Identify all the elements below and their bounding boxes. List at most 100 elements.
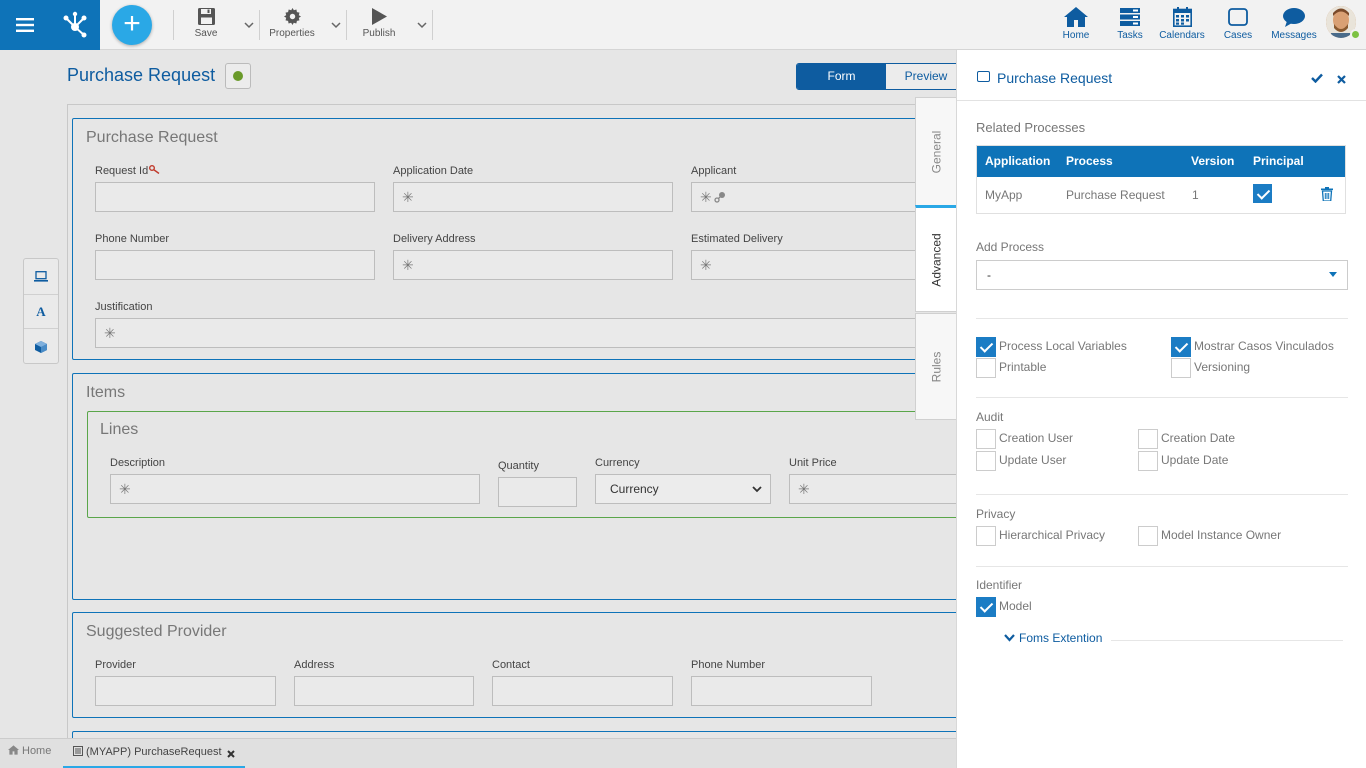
- top-toolbar: + Save Properties Publish Home Tasks Cal…: [0, 0, 1366, 50]
- contact-field[interactable]: [492, 676, 673, 706]
- hierarchical-privacy-label: Hierarchical Privacy: [999, 528, 1106, 542]
- toolbar-divider: [432, 10, 433, 40]
- tab-rules[interactable]: Rules: [915, 313, 957, 420]
- update-user-checkbox[interactable]: [976, 451, 996, 471]
- table-row[interactable]: MyApp Purchase Request 1: [977, 177, 1345, 213]
- online-status-indicator: [1350, 29, 1361, 40]
- foms-extention-expander[interactable]: Foms Extention: [1004, 631, 1102, 645]
- confirm-check-icon[interactable]: [1311, 70, 1323, 88]
- creation-date-checkbox[interactable]: [1138, 429, 1158, 449]
- creation-user-checkbox[interactable]: [976, 429, 996, 449]
- provider-phone-field[interactable]: [691, 676, 872, 706]
- nav-tasks[interactable]: Tasks: [1105, 6, 1155, 41]
- form-mode-button[interactable]: Form: [797, 64, 886, 89]
- form-document-icon: [73, 746, 83, 756]
- printable-label: Printable: [999, 360, 1047, 374]
- toolbar-divider: [259, 10, 260, 40]
- status-indicator-button[interactable]: [225, 63, 251, 89]
- application-date-label: Application Date: [393, 165, 474, 177]
- nav-calendars-label: Calendars: [1159, 30, 1205, 41]
- process-local-variables-checkbox[interactable]: [976, 337, 996, 357]
- nav-home[interactable]: Home: [1051, 6, 1101, 41]
- mostrar-casos-checkbox[interactable]: [1171, 337, 1191, 357]
- column-header-principal: Principal: [1253, 154, 1304, 168]
- quantity-label: Quantity: [498, 460, 539, 472]
- tasks-icon: [1120, 6, 1140, 28]
- cube-icon[interactable]: [24, 329, 58, 364]
- toolbar-divider: [346, 10, 347, 40]
- justification-label: Justification: [95, 301, 153, 313]
- chevron-down-icon: [752, 486, 762, 493]
- nav-calendars[interactable]: Calendars: [1157, 6, 1207, 41]
- description-field[interactable]: ✳: [110, 474, 480, 504]
- hierarchical-privacy-checkbox[interactable]: [976, 526, 996, 546]
- address-field[interactable]: [294, 676, 474, 706]
- phone-number-field[interactable]: [95, 250, 375, 280]
- bottom-tab-purchase-request[interactable]: (MYAPP) PurchaseRequest: [63, 739, 245, 768]
- mostrar-casos-label: Mostrar Casos Vinculados: [1194, 339, 1334, 353]
- nav-cases-label: Cases: [1223, 30, 1253, 41]
- cell-version: 1: [1192, 188, 1199, 202]
- properties-options-chevron-icon[interactable]: [330, 18, 342, 30]
- panel-title: Items: [86, 384, 126, 401]
- model-instance-owner-checkbox[interactable]: [1138, 526, 1158, 546]
- currency-select[interactable]: Currency: [595, 474, 771, 504]
- add-process-select[interactable]: -: [976, 260, 1348, 290]
- update-date-checkbox[interactable]: [1138, 451, 1158, 471]
- currency-label: Currency: [595, 457, 640, 469]
- publish-button[interactable]: Publish: [360, 6, 398, 39]
- principal-checkbox[interactable]: [1253, 184, 1272, 203]
- divider: [976, 318, 1348, 319]
- hamburger-menu-icon[interactable]: [0, 0, 50, 50]
- nav-messages[interactable]: Messages: [1269, 6, 1319, 41]
- column-header-version: Version: [1191, 154, 1235, 168]
- add-new-button[interactable]: +: [112, 5, 152, 45]
- printable-checkbox[interactable]: [976, 358, 996, 378]
- unit-price-label: Unit Price: [789, 457, 837, 469]
- request-id-field[interactable]: [95, 182, 375, 212]
- status-dot-icon: [233, 71, 243, 81]
- properties-panel: Purchase Request Related Processes Appli…: [956, 50, 1366, 768]
- delete-trash-icon[interactable]: [1321, 187, 1333, 204]
- identifier-model-label: Model: [999, 599, 1032, 613]
- bottom-tab-home[interactable]: Home: [8, 745, 51, 757]
- add-process-label: Add Process: [976, 240, 1045, 254]
- tab-general[interactable]: General: [915, 97, 957, 207]
- save-icon: [197, 6, 215, 26]
- app-logo-icon[interactable]: [50, 0, 100, 50]
- phone-number-label: Phone Number: [95, 233, 169, 245]
- laptop-icon[interactable]: [24, 259, 58, 294]
- table-header: Application Process Version Principal: [977, 146, 1345, 177]
- home-icon: [8, 745, 19, 755]
- justification-field[interactable]: ✳: [95, 318, 961, 348]
- nav-cases[interactable]: Cases: [1213, 6, 1263, 41]
- versioning-checkbox[interactable]: [1171, 358, 1191, 378]
- delivery-address-field[interactable]: ✳: [393, 250, 673, 280]
- unit-price-field[interactable]: ✳: [789, 474, 974, 504]
- tab-advanced[interactable]: Advanced: [915, 205, 957, 312]
- suggested-provider-panel[interactable]: Suggested Provider Provider Address Cont…: [72, 612, 972, 718]
- text-tool-icon[interactable]: A: [24, 294, 58, 329]
- chat-bubble-icon: [1283, 6, 1305, 28]
- quantity-field[interactable]: [498, 477, 577, 507]
- items-panel[interactable]: Items Lines Description ✳ Quantity Curre…: [72, 373, 974, 600]
- save-options-chevron-icon[interactable]: [243, 18, 255, 30]
- related-processes-label: Related Processes: [976, 120, 1086, 135]
- side-toolbox: A: [23, 258, 59, 364]
- column-header-application: Application: [985, 154, 1051, 168]
- lines-grid-panel[interactable]: Lines Description ✳ Quantity Currency Cu…: [87, 411, 974, 518]
- panel-title: Purchase Request: [86, 129, 218, 146]
- toolbar-divider: [173, 10, 174, 40]
- application-date-field[interactable]: ✳: [393, 182, 673, 212]
- nav-messages-label: Messages: [1271, 30, 1317, 41]
- save-button[interactable]: Save: [192, 6, 220, 39]
- provider-field[interactable]: [95, 676, 276, 706]
- close-icon[interactable]: [1337, 71, 1346, 89]
- purchase-request-panel[interactable]: Purchase Request Request Id Application …: [72, 118, 972, 360]
- properties-button[interactable]: Properties: [268, 6, 316, 39]
- publish-options-chevron-icon[interactable]: [416, 18, 428, 30]
- preview-mode-button[interactable]: Preview: [886, 64, 966, 89]
- request-id-label: Request Id: [95, 165, 160, 177]
- update-user-label: Update User: [999, 453, 1067, 467]
- identifier-model-checkbox[interactable]: [976, 597, 996, 617]
